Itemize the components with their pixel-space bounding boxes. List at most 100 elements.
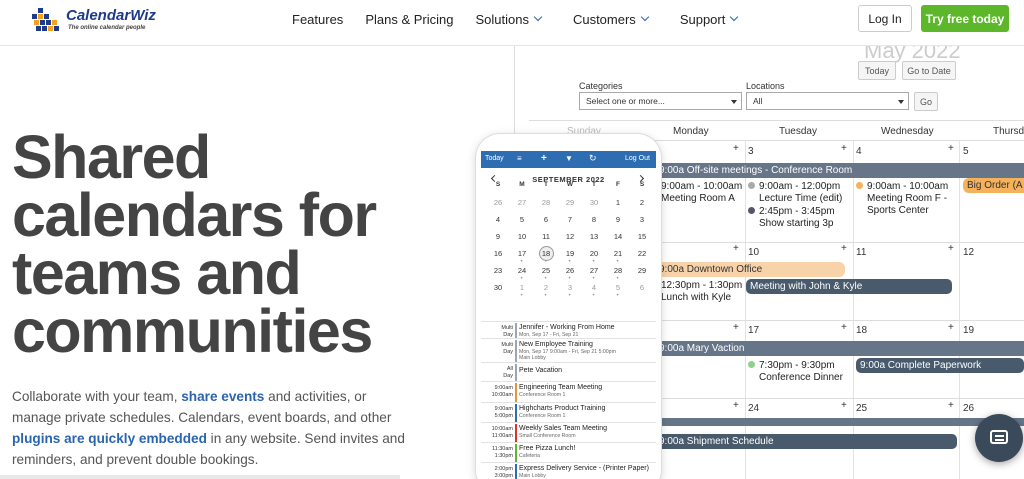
phone-calendar-day[interactable]: 10 — [515, 232, 529, 241]
date-number[interactable]: 18 — [856, 325, 867, 336]
event-bar-meeting-john[interactable]: Meeting with John & Kyle — [746, 279, 952, 294]
event-mon-meeting[interactable]: 9:00am - 10:00am Meeting Room A — [661, 181, 742, 205]
event-bar-offsite[interactable]: 9:00a Off-site meetings - Conference Roo… — [655, 163, 1024, 178]
date-number[interactable]: 25 — [856, 403, 867, 414]
date-number[interactable]: 10 — [748, 247, 759, 258]
event-tue-dinner[interactable]: 7:30pm - 9:30pm Conference Dinner — [748, 360, 843, 384]
date-number[interactable]: 26 — [963, 403, 974, 414]
phone-calendar-day[interactable]: 3 — [563, 283, 577, 292]
event-bar-shipment[interactable]: 9:00a Shipment Schedule — [655, 434, 957, 449]
phone-calendar-day[interactable]: 21 — [611, 249, 625, 258]
phone-calendar-day[interactable]: 9 — [611, 215, 625, 224]
date-number[interactable]: 4 — [856, 146, 862, 157]
add-event-icon[interactable]: + — [841, 322, 847, 333]
phone-today-button[interactable]: Today — [485, 155, 504, 162]
phone-calendar-day[interactable]: 28 — [539, 198, 553, 207]
date-number[interactable]: 24 — [748, 403, 759, 414]
phone-calendar-day[interactable]: 26 — [491, 198, 505, 207]
locations-select[interactable]: All — [746, 92, 909, 110]
categories-select[interactable]: Select one or more... — [579, 92, 742, 110]
nav-plans-pricing[interactable]: Plans & Pricing — [365, 12, 453, 27]
try-free-button[interactable]: Try free today — [921, 5, 1009, 32]
phone-calendar-day[interactable]: 30 — [491, 283, 505, 292]
go-button[interactable]: Go — [914, 92, 938, 111]
agenda-item[interactable]: 9:00am 5:00pm Highcharts Product Training C… — [481, 402, 656, 422]
event-tue-lecture[interactable]: 9:00am - 12:00pm Lecture Time (edit) — [748, 181, 842, 205]
phone-calendar-day[interactable]: 29 — [563, 198, 577, 207]
phone-calendar-day[interactable]: 19 — [563, 249, 577, 258]
phone-logout-button[interactable]: Log Out — [625, 155, 650, 162]
list-icon[interactable]: ≡ — [517, 154, 522, 163]
agenda-item[interactable]: Multi Day New Employee Training Mon, Sep 17… — [481, 338, 656, 362]
phone-calendar-day[interactable]: 18 — [539, 249, 553, 258]
agenda-item[interactable]: All Day Pete Vacation — [481, 362, 656, 381]
add-event-icon[interactable]: + — [948, 143, 954, 154]
phone-calendar-day[interactable]: 16 — [491, 249, 505, 258]
agenda-item[interactable]: 9:00am 10:00am Engineering Team Meeting Con… — [481, 381, 656, 402]
login-button[interactable]: Log In — [858, 5, 912, 32]
phone-calendar-day[interactable]: 27 — [587, 266, 601, 275]
nav-support[interactable]: Support — [680, 12, 739, 27]
add-event-icon[interactable]: + — [733, 243, 739, 254]
today-button[interactable]: Today — [858, 61, 896, 80]
agenda-item[interactable]: Multi Day Jennifer - Working From Home Mon,… — [481, 321, 656, 338]
event-bar-downtown[interactable]: 9:00a Downtown Office — [655, 262, 845, 277]
event-wed-meeting[interactable]: 9:00am - 10:00am Meeting Room F - Sports C… — [856, 181, 948, 217]
add-event-icon[interactable]: + — [948, 400, 954, 411]
phone-calendar-day[interactable]: 15 — [635, 232, 649, 241]
phone-calendar-day[interactable]: 27 — [515, 198, 529, 207]
nav-features[interactable]: Features — [292, 12, 343, 27]
add-event-icon[interactable]: + — [841, 400, 847, 411]
date-number[interactable]: 3 — [748, 146, 754, 157]
add-event-icon[interactable]: + — [841, 143, 847, 154]
phone-calendar-day[interactable]: 8 — [587, 215, 601, 224]
phone-calendar-day[interactable]: 11 — [539, 232, 553, 241]
phone-calendar-day[interactable]: 7 — [563, 215, 577, 224]
add-event-icon[interactable]: + — [733, 400, 739, 411]
add-event-icon[interactable]: + — [733, 143, 739, 154]
phone-calendar-day[interactable]: 2 — [635, 198, 649, 207]
date-number[interactable]: 17 — [748, 325, 759, 336]
share-events-link[interactable]: share events — [181, 389, 264, 404]
phone-calendar-day[interactable]: 5 — [611, 283, 625, 292]
nav-solutions[interactable]: Solutions — [475, 12, 543, 27]
phone-calendar-day[interactable]: 17 — [515, 249, 529, 258]
phone-calendar-day[interactable]: 30 — [587, 198, 601, 207]
chat-widget-button[interactable] — [975, 414, 1023, 462]
phone-calendar-day[interactable]: 1 — [611, 198, 625, 207]
phone-calendar-day[interactable]: 24 — [515, 266, 529, 275]
phone-calendar-day[interactable]: 25 — [539, 266, 553, 275]
phone-calendar-day[interactable]: 2 — [539, 283, 553, 292]
agenda-item[interactable]: 11:30am 1:30pm Free Pizza Lunch! Cafeteria — [481, 442, 656, 462]
agenda-item[interactable]: 10:00am 11:00am Weekly Sales Team Meeting S… — [481, 422, 656, 442]
filter-icon[interactable]: ▼ — [565, 154, 573, 163]
phone-calendar-day[interactable]: 13 — [587, 232, 601, 241]
phone-calendar-day[interactable]: 6 — [635, 283, 649, 292]
event-mon-lunch[interactable]: 12:30pm - 1:30pm Lunch with Kyle — [661, 280, 742, 304]
calendarwiz-logo[interactable]: CalendarWiz The online calendar people — [32, 4, 172, 40]
date-number[interactable]: 11 — [856, 247, 866, 258]
add-event-icon[interactable]: + — [841, 243, 847, 254]
phone-calendar-day[interactable]: 6 — [539, 215, 553, 224]
add-event-icon[interactable]: + — [733, 322, 739, 333]
add-event-icon[interactable]: + — [948, 322, 954, 333]
add-icon[interactable]: + — [541, 153, 547, 164]
phone-calendar-day[interactable]: 29 — [635, 266, 649, 275]
date-number[interactable]: 5 — [963, 146, 969, 157]
nav-customers[interactable]: Customers — [573, 12, 650, 27]
phone-calendar-day[interactable]: 22 — [635, 249, 649, 258]
phone-calendar-day[interactable]: 26 — [563, 266, 577, 275]
add-event-icon[interactable]: + — [948, 243, 954, 254]
event-bar-paperwork[interactable]: 9:00a Complete Paperwork — [856, 358, 1024, 373]
agenda-item[interactable]: 2:00pm 3:00pm Express Delivery Service - (… — [481, 462, 656, 479]
phone-calendar-day[interactable]: 3 — [635, 215, 649, 224]
phone-calendar-day[interactable]: 28 — [611, 266, 625, 275]
phone-calendar-day[interactable]: 14 — [611, 232, 625, 241]
refresh-icon[interactable]: ↻ — [589, 153, 597, 164]
plugins-link[interactable]: plugins are quickly embedded — [12, 431, 207, 446]
phone-calendar-day[interactable]: 4 — [587, 283, 601, 292]
phone-calendar-day[interactable]: 1 — [515, 283, 529, 292]
event-bar-big-order[interactable]: Big Order (A — [963, 178, 1024, 193]
date-number[interactable]: 12 — [963, 247, 974, 258]
phone-calendar-day[interactable]: 23 — [491, 266, 505, 275]
